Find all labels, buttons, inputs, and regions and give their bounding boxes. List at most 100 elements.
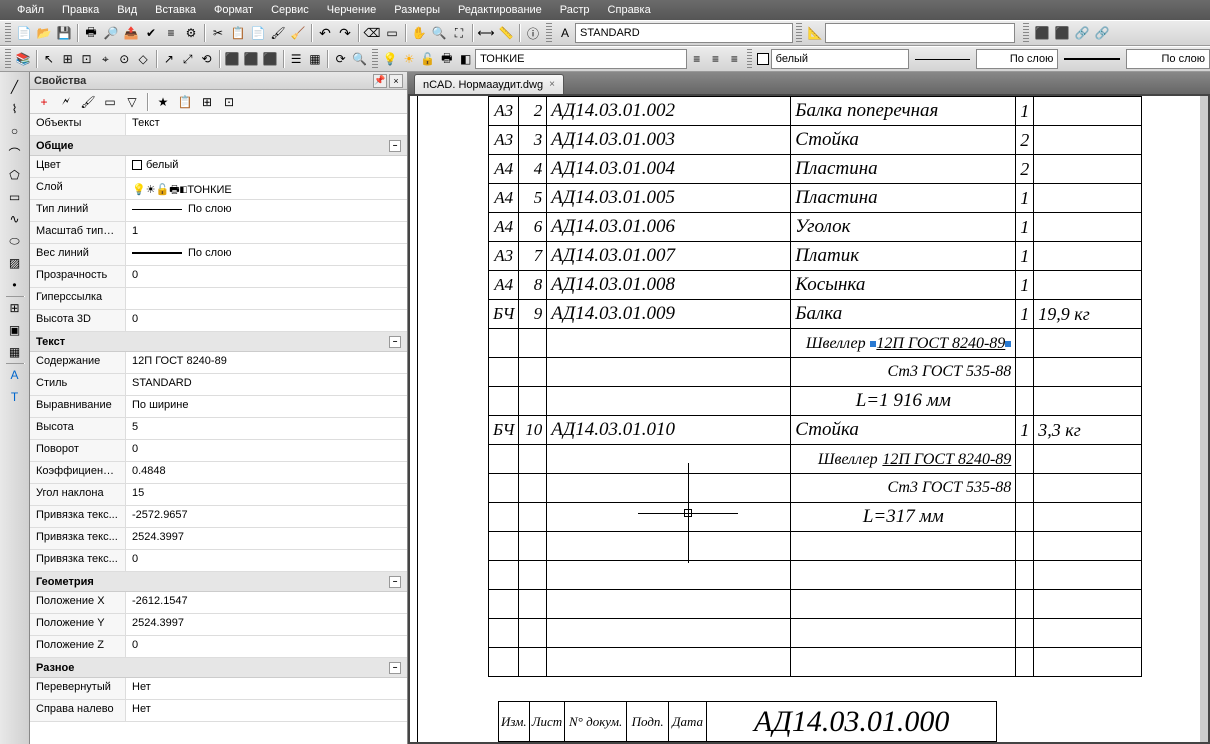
textstyle-icon[interactable]: A	[556, 24, 574, 42]
plot-icon[interactable]: 🖶	[438, 50, 455, 68]
grip-icon[interactable]	[1023, 23, 1029, 43]
pin-icon[interactable]: 📌	[373, 74, 387, 88]
undo-icon[interactable]	[316, 24, 334, 42]
ellipse-icon[interactable]: ⬭	[6, 232, 24, 250]
mtext-icon[interactable]: A	[6, 366, 24, 384]
filter-icon[interactable]: ▽	[123, 93, 141, 111]
redo-icon[interactable]	[336, 24, 354, 42]
app3-icon[interactable]: 🔗	[1073, 24, 1091, 42]
menu-draw[interactable]: Черчение	[318, 2, 386, 18]
table-tool-icon[interactable]: ▦	[6, 343, 24, 361]
cut-icon[interactable]	[209, 24, 227, 42]
bulb-icon[interactable]: 💡	[382, 50, 399, 68]
rect-icon[interactable]: ▭	[6, 188, 24, 206]
app1-icon[interactable]: ⬛	[1033, 24, 1051, 42]
color-combo[interactable]	[771, 49, 909, 69]
pick-add-icon[interactable]: +	[35, 93, 53, 111]
menu-format[interactable]: Формат	[205, 2, 262, 18]
layers-icon[interactable]: ≡	[162, 24, 180, 42]
menu-service[interactable]: Сервис	[262, 2, 318, 18]
object-type-value[interactable]: Текст	[126, 114, 407, 135]
menu-dim[interactable]: Размеры	[385, 2, 449, 18]
grip-icon[interactable]	[546, 23, 552, 43]
block1-icon[interactable]: ⬛	[224, 50, 241, 68]
layer-walk-icon[interactable]: ≡	[726, 50, 743, 68]
menu-file[interactable]: Файл	[8, 2, 53, 18]
spline-icon[interactable]: ∿	[6, 210, 24, 228]
lineweight-combo[interactable]	[1126, 49, 1210, 69]
close-tab-icon[interactable]: ×	[549, 79, 555, 90]
swatch-icon[interactable]: ◧	[457, 50, 474, 68]
text-icon[interactable]: T	[6, 388, 24, 406]
check-icon[interactable]: ✔	[142, 24, 160, 42]
modify1-icon[interactable]: ↗	[160, 50, 177, 68]
pline-icon[interactable]: ⌇	[6, 100, 24, 118]
lock-icon[interactable]: 🔓	[419, 50, 436, 68]
vertical-scrollbar[interactable]	[1200, 96, 1208, 742]
preview-icon[interactable]: 🔎	[102, 24, 120, 42]
select-icon[interactable]: ▭	[383, 24, 401, 42]
menu-insert[interactable]: Вставка	[146, 2, 205, 18]
close-icon[interactable]: ×	[389, 74, 403, 88]
paste-icon[interactable]: 📄	[249, 24, 267, 42]
dim-style-input[interactable]	[825, 23, 1015, 43]
snap4-icon[interactable]: ⊙	[116, 50, 133, 68]
pickbrush-icon[interactable]: 🖌	[79, 93, 97, 111]
group-misc[interactable]: Разное−	[30, 658, 407, 678]
modify3-icon[interactable]: ⟲	[198, 50, 215, 68]
text-style-input[interactable]	[575, 23, 793, 43]
pickwin-icon[interactable]: ▭	[101, 93, 119, 111]
layer-iso-icon[interactable]: ≡	[707, 50, 724, 68]
circle-icon[interactable]: ○	[6, 122, 24, 140]
pan-icon[interactable]: ✋	[410, 24, 428, 42]
zoom-window-icon[interactable]	[430, 24, 448, 42]
grip-icon[interactable]	[5, 23, 11, 43]
group-geometry[interactable]: Геометрия−	[30, 572, 407, 592]
distance-icon[interactable]: ⟷	[477, 24, 495, 42]
highlight-icon[interactable]: ★	[154, 93, 172, 111]
qselect-icon[interactable]: 🗲	[57, 93, 75, 111]
document-tab[interactable]: nCAD. Нормааудит.dwg×	[414, 74, 564, 94]
region-icon[interactable]: ▣	[6, 321, 24, 339]
props1-icon[interactable]: 📋	[176, 93, 194, 111]
polygon-icon[interactable]: ⬠	[6, 166, 24, 184]
dimstyle-icon[interactable]: 📐	[806, 24, 824, 42]
sun-icon[interactable]: ☀	[401, 50, 418, 68]
menu-raster[interactable]: Растр	[551, 2, 599, 18]
zoom-extents-icon[interactable]: ⛶	[450, 24, 468, 42]
hatch-icon[interactable]: ▨	[6, 254, 24, 272]
grip-icon[interactable]	[747, 49, 753, 69]
snap1-icon[interactable]: ⊞	[59, 50, 76, 68]
publish-icon[interactable]: 📤	[122, 24, 140, 42]
layer-prev-icon[interactable]: ≡	[688, 50, 705, 68]
props2-icon[interactable]: ⊞	[198, 93, 216, 111]
modify2-icon[interactable]: ⤢	[179, 50, 196, 68]
block-icon[interactable]: ⊞	[6, 299, 24, 317]
copy-icon[interactable]	[229, 24, 247, 42]
brush-icon[interactable]: 🧹	[289, 24, 307, 42]
layer-combo[interactable]	[475, 49, 687, 69]
audit-icon[interactable]: ⚙	[182, 24, 200, 42]
app2-icon[interactable]: ⬛	[1053, 24, 1071, 42]
grip-icon[interactable]	[796, 23, 802, 43]
info-icon[interactable]: ⓘ	[524, 24, 542, 42]
point-icon[interactable]: •	[6, 276, 24, 294]
snap2-icon[interactable]: ⊡	[78, 50, 95, 68]
refresh-icon[interactable]: ⟳	[332, 50, 349, 68]
arc-icon[interactable]: ⌒	[6, 144, 24, 162]
erase-icon[interactable]: ⌫	[363, 24, 381, 42]
measure-icon[interactable]: 📏	[497, 24, 515, 42]
props3-icon[interactable]: ⊡	[220, 93, 238, 111]
list-icon[interactable]: ☰	[288, 50, 305, 68]
save-icon[interactable]	[55, 24, 73, 42]
snap5-icon[interactable]: ◇	[135, 50, 152, 68]
block2-icon[interactable]: ⬛	[243, 50, 260, 68]
find-icon[interactable]: 🔍	[351, 50, 368, 68]
menu-edit[interactable]: Правка	[53, 2, 108, 18]
group-general[interactable]: Общие−	[30, 136, 407, 156]
block3-icon[interactable]: ⬛	[262, 50, 279, 68]
print-icon[interactable]: 🖶	[82, 24, 100, 42]
app4-icon[interactable]: 🔗	[1093, 24, 1111, 42]
grip-icon[interactable]	[5, 49, 11, 69]
cursor-icon[interactable]: ↖	[40, 50, 57, 68]
